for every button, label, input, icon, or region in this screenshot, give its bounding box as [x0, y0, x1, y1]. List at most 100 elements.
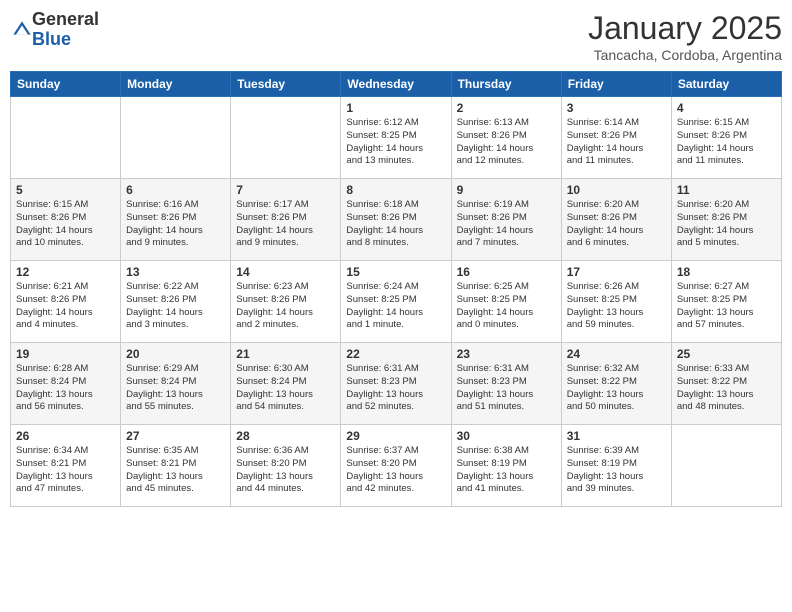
day-cell-1-2: 7 Sunrise: 6:17 AM Sunset: 8:26 PM Daylig…: [231, 179, 341, 261]
day-cell-4-1: 27Sunrise: 6:35 AM Sunset: 8:21 PM Dayli…: [121, 425, 231, 507]
day-number-3-1: 20: [126, 347, 225, 361]
day-number-2-4: 16: [457, 265, 556, 279]
day-cell-1-1: 6 Sunrise: 6:16 AM Sunset: 8:26 PM Daylig…: [121, 179, 231, 261]
day-info-3-5: Sunrise: 6:32 AM Sunset: 8:22 PM Dayligh…: [567, 363, 666, 414]
day-number-0-4: 2: [457, 101, 556, 115]
day-info-1-1: Sunrise: 6:16 AM Sunset: 8:26 PM Dayligh…: [126, 199, 225, 250]
day-info-4-5: Sunrise: 6:39 AM Sunset: 8:19 PM Dayligh…: [567, 445, 666, 496]
day-info-3-6: Sunrise: 6:33 AM Sunset: 8:22 PM Dayligh…: [677, 363, 776, 414]
day-number-1-2: 7: [236, 183, 335, 197]
col-wednesday: Wednesday: [341, 72, 451, 97]
day-cell-2-3: 15 Sunrise: 6:24 AM Sunset: 8:25 PM Dayli…: [341, 261, 451, 343]
day-number-4-4: 30: [457, 429, 556, 443]
day-cell-4-2: 28 Sunrise: 6:36 AM Sunset: 8:20 PM Dayli…: [231, 425, 341, 507]
day-cell-1-4: 9Sunrise: 6:19 AM Sunset: 8:26 PM Daylig…: [451, 179, 561, 261]
day-cell-2-4: 16 Sunrise: 6:25 AM Sunset: 8:25 PM Dayli…: [451, 261, 561, 343]
day-number-4-5: 31: [567, 429, 666, 443]
day-cell-3-5: 24 Sunrise: 6:32 AM Sunset: 8:22 PM Dayli…: [561, 343, 671, 425]
week-row-1: 5Sunrise: 6:15 AM Sunset: 8:26 PM Daylig…: [11, 179, 782, 261]
day-cell-1-5: 10Sunrise: 6:20 AM Sunset: 8:26 PM Dayli…: [561, 179, 671, 261]
day-info-0-6: Sunrise: 6:15 AM Sunset: 8:26 PM Dayligh…: [677, 117, 776, 168]
day-number-4-0: 26: [16, 429, 115, 443]
day-info-0-5: Sunrise: 6:14 AM Sunset: 8:26 PM Dayligh…: [567, 117, 666, 168]
day-cell-0-5: 3Sunrise: 6:14 AM Sunset: 8:26 PM Daylig…: [561, 97, 671, 179]
day-cell-0-0: [11, 97, 121, 179]
day-info-1-6: Sunrise: 6:20 AM Sunset: 8:26 PM Dayligh…: [677, 199, 776, 250]
day-info-4-0: Sunrise: 6:34 AM Sunset: 8:21 PM Dayligh…: [16, 445, 115, 496]
day-cell-2-1: 13Sunrise: 6:22 AM Sunset: 8:26 PM Dayli…: [121, 261, 231, 343]
day-info-2-2: Sunrise: 6:23 AM Sunset: 8:26 PM Dayligh…: [236, 281, 335, 332]
week-row-0: 1 Sunrise: 6:12 AM Sunset: 8:25 PM Daylig…: [11, 97, 782, 179]
day-cell-1-3: 8 Sunrise: 6:18 AM Sunset: 8:26 PM Daylig…: [341, 179, 451, 261]
day-number-3-3: 22: [346, 347, 445, 361]
day-cell-2-5: 17 Sunrise: 6:26 AM Sunset: 8:25 PM Dayli…: [561, 261, 671, 343]
day-info-2-5: Sunrise: 6:26 AM Sunset: 8:25 PM Dayligh…: [567, 281, 666, 332]
day-number-4-2: 28: [236, 429, 335, 443]
month-title: January 2025: [588, 10, 782, 47]
day-number-2-6: 18: [677, 265, 776, 279]
day-number-1-3: 8: [346, 183, 445, 197]
day-cell-0-6: 4 Sunrise: 6:15 AM Sunset: 8:26 PM Daylig…: [671, 97, 781, 179]
day-info-3-0: Sunrise: 6:28 AM Sunset: 8:24 PM Dayligh…: [16, 363, 115, 414]
day-info-0-3: Sunrise: 6:12 AM Sunset: 8:25 PM Dayligh…: [346, 117, 445, 168]
day-info-3-1: Sunrise: 6:29 AM Sunset: 8:24 PM Dayligh…: [126, 363, 225, 414]
header: General Blue January 2025 Tancacha, Cord…: [10, 10, 782, 63]
day-cell-0-2: [231, 97, 341, 179]
day-cell-4-5: 31 Sunrise: 6:39 AM Sunset: 8:19 PM Dayli…: [561, 425, 671, 507]
logo-icon: [12, 20, 32, 40]
day-number-3-5: 24: [567, 347, 666, 361]
day-number-0-3: 1: [346, 101, 445, 115]
calendar: Sunday Monday Tuesday Wednesday Thursday…: [10, 71, 782, 507]
day-info-1-3: Sunrise: 6:18 AM Sunset: 8:26 PM Dayligh…: [346, 199, 445, 250]
col-tuesday: Tuesday: [231, 72, 341, 97]
day-info-1-0: Sunrise: 6:15 AM Sunset: 8:26 PM Dayligh…: [16, 199, 115, 250]
day-cell-2-2: 14Sunrise: 6:23 AM Sunset: 8:26 PM Dayli…: [231, 261, 341, 343]
day-info-1-2: Sunrise: 6:17 AM Sunset: 8:26 PM Dayligh…: [236, 199, 335, 250]
logo-blue: Blue: [32, 30, 99, 50]
logo: General Blue: [10, 10, 99, 50]
day-cell-1-0: 5Sunrise: 6:15 AM Sunset: 8:26 PM Daylig…: [11, 179, 121, 261]
day-cell-2-6: 18 Sunrise: 6:27 AM Sunset: 8:25 PM Dayli…: [671, 261, 781, 343]
day-number-4-3: 29: [346, 429, 445, 443]
page: General Blue January 2025 Tancacha, Cord…: [0, 0, 792, 612]
day-number-2-1: 13: [126, 265, 225, 279]
day-cell-0-3: 1 Sunrise: 6:12 AM Sunset: 8:25 PM Daylig…: [341, 97, 451, 179]
logo-text: General Blue: [32, 10, 99, 50]
day-number-3-4: 23: [457, 347, 556, 361]
day-cell-1-6: 11 Sunrise: 6:20 AM Sunset: 8:26 PM Dayli…: [671, 179, 781, 261]
day-cell-0-4: 2Sunrise: 6:13 AM Sunset: 8:26 PM Daylig…: [451, 97, 561, 179]
day-cell-4-3: 29 Sunrise: 6:37 AM Sunset: 8:20 PM Dayli…: [341, 425, 451, 507]
col-thursday: Thursday: [451, 72, 561, 97]
subtitle: Tancacha, Cordoba, Argentina: [588, 47, 782, 63]
day-info-4-2: Sunrise: 6:36 AM Sunset: 8:20 PM Dayligh…: [236, 445, 335, 496]
week-row-4: 26 Sunrise: 6:34 AM Sunset: 8:21 PM Dayli…: [11, 425, 782, 507]
day-cell-4-6: [671, 425, 781, 507]
day-cell-3-1: 20 Sunrise: 6:29 AM Sunset: 8:24 PM Dayli…: [121, 343, 231, 425]
day-cell-2-0: 12Sunrise: 6:21 AM Sunset: 8:26 PM Dayli…: [11, 261, 121, 343]
day-info-4-3: Sunrise: 6:37 AM Sunset: 8:20 PM Dayligh…: [346, 445, 445, 496]
day-number-1-6: 11: [677, 183, 776, 197]
day-cell-0-1: [121, 97, 231, 179]
day-info-4-4: Sunrise: 6:38 AM Sunset: 8:19 PM Dayligh…: [457, 445, 556, 496]
col-friday: Friday: [561, 72, 671, 97]
day-cell-4-4: 30 Sunrise: 6:38 AM Sunset: 8:19 PM Dayli…: [451, 425, 561, 507]
calendar-header-row: Sunday Monday Tuesday Wednesday Thursday…: [11, 72, 782, 97]
title-area: January 2025 Tancacha, Cordoba, Argentin…: [588, 10, 782, 63]
day-info-3-2: Sunrise: 6:30 AM Sunset: 8:24 PM Dayligh…: [236, 363, 335, 414]
day-info-2-4: Sunrise: 6:25 AM Sunset: 8:25 PM Dayligh…: [457, 281, 556, 332]
logo-general: General: [32, 10, 99, 30]
day-number-2-5: 17: [567, 265, 666, 279]
day-info-4-1: Sunrise: 6:35 AM Sunset: 8:21 PM Dayligh…: [126, 445, 225, 496]
day-info-2-3: Sunrise: 6:24 AM Sunset: 8:25 PM Dayligh…: [346, 281, 445, 332]
day-number-3-2: 21: [236, 347, 335, 361]
day-number-2-3: 15: [346, 265, 445, 279]
day-info-3-3: Sunrise: 6:31 AM Sunset: 8:23 PM Dayligh…: [346, 363, 445, 414]
week-row-2: 12Sunrise: 6:21 AM Sunset: 8:26 PM Dayli…: [11, 261, 782, 343]
day-info-2-6: Sunrise: 6:27 AM Sunset: 8:25 PM Dayligh…: [677, 281, 776, 332]
day-number-1-1: 6: [126, 183, 225, 197]
day-info-1-5: Sunrise: 6:20 AM Sunset: 8:26 PM Dayligh…: [567, 199, 666, 250]
day-info-1-4: Sunrise: 6:19 AM Sunset: 8:26 PM Dayligh…: [457, 199, 556, 250]
day-number-0-6: 4: [677, 101, 776, 115]
day-cell-3-6: 25Sunrise: 6:33 AM Sunset: 8:22 PM Dayli…: [671, 343, 781, 425]
week-row-3: 19Sunrise: 6:28 AM Sunset: 8:24 PM Dayli…: [11, 343, 782, 425]
